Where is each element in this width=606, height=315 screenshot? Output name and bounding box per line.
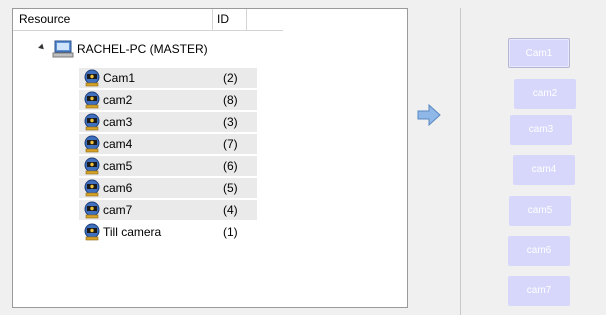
- camera-node-id: (8): [223, 93, 238, 107]
- camera-node-label[interactable]: cam7: [103, 200, 132, 220]
- camera-node-label[interactable]: cam5: [103, 156, 132, 176]
- camera-icon: [84, 113, 100, 131]
- camera-button[interactable]: Cam1: [508, 38, 570, 68]
- column-header-resource[interactable]: Resource: [13, 9, 213, 30]
- camera-button[interactable]: cam5: [509, 196, 571, 226]
- camera-node-label[interactable]: Cam1: [103, 68, 135, 88]
- camera-node-label[interactable]: Till camera: [103, 222, 161, 242]
- camera-icon: [84, 223, 100, 241]
- server-node-label[interactable]: RACHEL-PC (MASTER): [77, 39, 208, 59]
- camera-icon: [84, 91, 100, 109]
- camera-node-id: (2): [223, 71, 238, 85]
- camera-button[interactable]: cam7: [508, 276, 570, 306]
- column-header-id[interactable]: ID: [213, 9, 247, 30]
- camera-button[interactable]: cam3: [510, 115, 572, 145]
- camera-node-label[interactable]: cam6: [103, 178, 132, 198]
- camera-button[interactable]: cam4: [513, 155, 575, 185]
- camera-node-label[interactable]: cam2: [103, 90, 132, 110]
- collapse-expander-icon[interactable]: [38, 43, 46, 52]
- camera-icon: [84, 69, 100, 87]
- tree-header: Resource ID: [13, 9, 283, 31]
- camera-node-label[interactable]: cam3: [103, 112, 132, 132]
- camera-node-id: (5): [223, 181, 238, 195]
- camera-button[interactable]: cam2: [514, 79, 576, 109]
- camera-node-id: (7): [223, 137, 238, 151]
- camera-button[interactable]: cam6: [508, 236, 570, 266]
- camera-node-id: (6): [223, 159, 238, 173]
- server-icon: [52, 40, 74, 58]
- camera-node-id: (3): [223, 115, 238, 129]
- right-arrow-icon[interactable]: [416, 103, 442, 127]
- camera-icon: [84, 135, 100, 153]
- camera-node-id: (4): [223, 203, 238, 217]
- camera-button-panel: Cam1 cam2 cam3 cam4 cam5 cam6 cam7: [460, 8, 606, 315]
- resource-tree[interactable]: Resource ID RACHEL-PC (MASTER) Cam1 (2) ca…: [12, 8, 408, 308]
- camera-node-label[interactable]: cam4: [103, 134, 132, 154]
- camera-icon: [84, 179, 100, 197]
- camera-icon: [84, 157, 100, 175]
- camera-node-id: (1): [223, 225, 238, 239]
- camera-icon: [84, 201, 100, 219]
